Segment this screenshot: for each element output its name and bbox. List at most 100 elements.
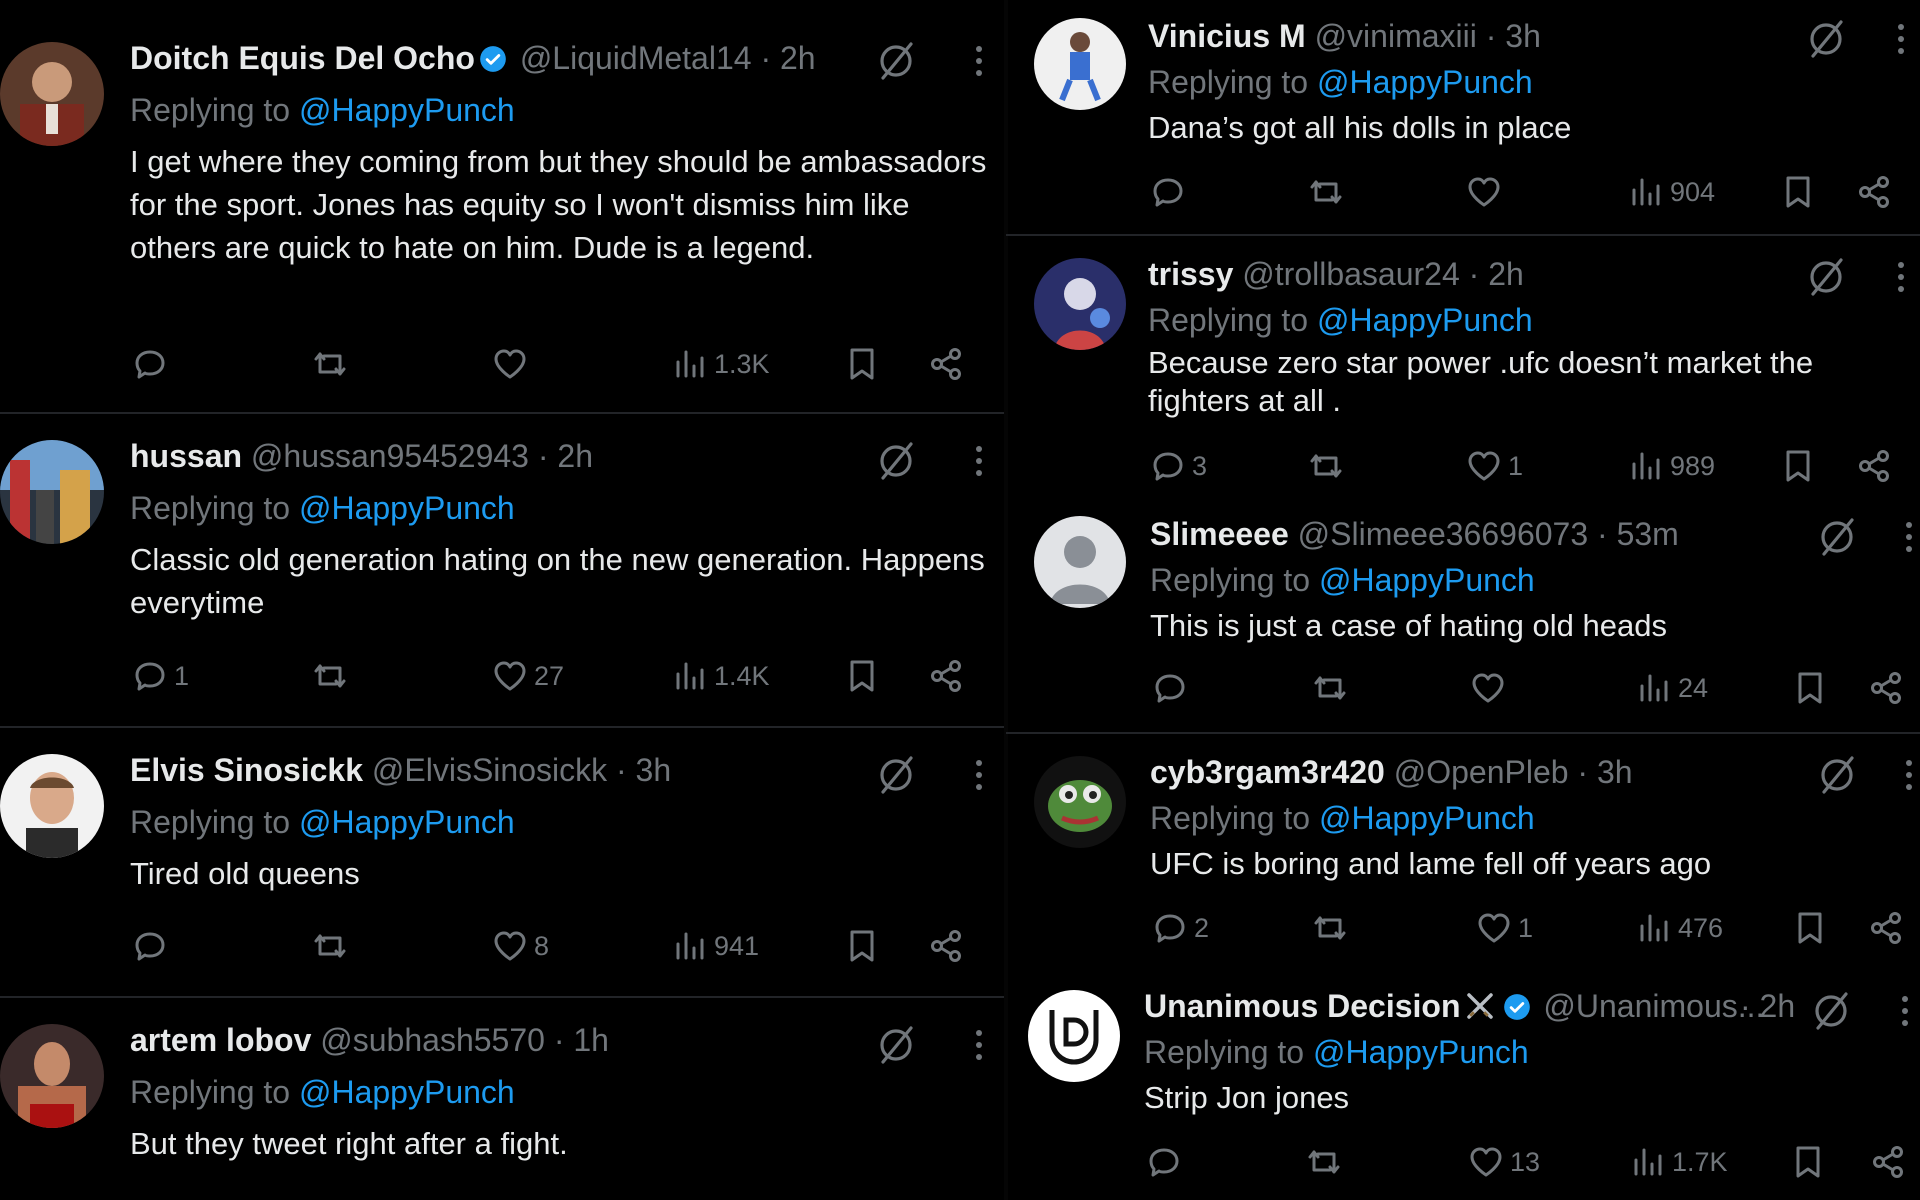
- bookmark-button[interactable]: [842, 652, 882, 700]
- grok-icon[interactable]: [1808, 988, 1854, 1034]
- reply-target-link[interactable]: @HappyPunch: [1317, 302, 1533, 338]
- tweet[interactable]: artem lobov @subhash5570 · 1h Replying t…: [0, 998, 1006, 1200]
- author-handle[interactable]: @vinimaxiii: [1315, 18, 1477, 54]
- grok-icon[interactable]: [873, 1022, 919, 1068]
- tweet[interactable]: Slimeeee @Slimeee36696073 · 53m Replying…: [1006, 492, 1920, 732]
- grok-icon[interactable]: [873, 38, 919, 84]
- reply-target-link[interactable]: @HappyPunch: [1313, 1034, 1529, 1070]
- views-button[interactable]: 476: [1634, 904, 1723, 952]
- repost-button[interactable]: [1304, 1138, 1348, 1186]
- like-button[interactable]: [490, 340, 534, 388]
- more-options-icon[interactable]: [1886, 752, 1920, 798]
- share-button[interactable]: [1854, 168, 1894, 216]
- tweet[interactable]: Elvis Sinosickk @ElvisSinosickk · 3h Rep…: [0, 728, 1006, 996]
- avatar[interactable]: [0, 754, 104, 858]
- tweet[interactable]: trissy @trollbasaur24 · 2h Replying to @…: [1006, 236, 1920, 492]
- views-button[interactable]: 989: [1626, 442, 1715, 490]
- reply-target-link[interactable]: @HappyPunch: [1317, 64, 1533, 100]
- like-button[interactable]: 13: [1466, 1138, 1540, 1186]
- timestamp[interactable]: · 2h: [538, 438, 593, 474]
- views-button[interactable]: 1.4K: [670, 652, 770, 700]
- like-button[interactable]: 8: [490, 922, 549, 970]
- reply-button[interactable]: [130, 922, 174, 970]
- share-button[interactable]: [1854, 442, 1894, 490]
- timestamp[interactable]: · 53m: [1597, 516, 1679, 552]
- avatar[interactable]: [1034, 516, 1126, 608]
- reply-target-link[interactable]: @HappyPunch: [299, 804, 515, 840]
- like-button[interactable]: 1: [1474, 904, 1533, 952]
- more-options-icon[interactable]: [1886, 514, 1920, 560]
- bookmark-button[interactable]: [842, 922, 882, 970]
- timestamp[interactable]: · 3h: [1486, 18, 1541, 54]
- timestamp[interactable]: · 3h: [1577, 754, 1632, 790]
- grok-icon[interactable]: [873, 752, 919, 798]
- views-button[interactable]: 941: [670, 922, 759, 970]
- share-button[interactable]: [1866, 904, 1906, 952]
- reply-target-link[interactable]: @HappyPunch: [299, 1074, 515, 1110]
- author-name[interactable]: Unanimous Decision: [1144, 988, 1461, 1024]
- timestamp[interactable]: · 2h: [760, 40, 815, 76]
- bookmark-button[interactable]: [1778, 442, 1818, 490]
- tweet[interactable]: Unanimous Decision @Unanimous... · 2h Re…: [1006, 974, 1920, 1200]
- grok-icon[interactable]: [1814, 514, 1860, 560]
- bookmark-button[interactable]: [1788, 1138, 1828, 1186]
- author-handle[interactable]: @hussan95452943: [251, 438, 529, 474]
- avatar[interactable]: [1034, 756, 1126, 848]
- author-handle[interactable]: @LiquidMetal14: [520, 40, 752, 76]
- grok-icon[interactable]: [1803, 254, 1849, 300]
- grok-icon[interactable]: [1814, 752, 1860, 798]
- repost-button[interactable]: [310, 922, 354, 970]
- more-options-icon[interactable]: [956, 1022, 1002, 1068]
- grok-icon[interactable]: [1803, 16, 1849, 62]
- views-button[interactable]: 904: [1626, 168, 1715, 216]
- avatar[interactable]: [0, 1024, 104, 1128]
- author-name[interactable]: Vinicius M: [1148, 18, 1306, 54]
- repost-button[interactable]: [310, 652, 354, 700]
- author-name[interactable]: Doitch Equis Del Ocho: [130, 40, 475, 76]
- share-button[interactable]: [1868, 1138, 1908, 1186]
- more-options-icon[interactable]: [956, 752, 1002, 798]
- more-options-icon[interactable]: [1878, 254, 1920, 300]
- grok-icon[interactable]: [873, 438, 919, 484]
- author-name[interactable]: Slimeeee: [1150, 516, 1289, 552]
- views-button[interactable]: 1.7K: [1628, 1138, 1728, 1186]
- author-name[interactable]: trissy: [1148, 256, 1233, 292]
- reply-button[interactable]: [1148, 168, 1192, 216]
- author-handle[interactable]: @Slimeee36696073: [1298, 516, 1588, 552]
- avatar[interactable]: [1034, 258, 1126, 350]
- reply-target-link[interactable]: @HappyPunch: [1319, 800, 1535, 836]
- reply-button[interactable]: [130, 340, 174, 388]
- reply-button[interactable]: 1: [130, 652, 189, 700]
- author-name[interactable]: Elvis Sinosickk: [130, 752, 363, 788]
- reply-target-link[interactable]: @HappyPunch: [299, 92, 515, 128]
- author-name[interactable]: hussan: [130, 438, 242, 474]
- like-button[interactable]: 27: [490, 652, 564, 700]
- author-name[interactable]: cyb3rgam3r420: [1150, 754, 1385, 790]
- like-button[interactable]: [1468, 664, 1512, 712]
- repost-button[interactable]: [1306, 442, 1350, 490]
- timestamp[interactable]: · 1h: [554, 1022, 609, 1058]
- repost-button[interactable]: [1310, 904, 1354, 952]
- more-options-icon[interactable]: [1878, 16, 1920, 62]
- repost-button[interactable]: [1306, 168, 1350, 216]
- avatar[interactable]: [1034, 18, 1126, 110]
- views-button[interactable]: 24: [1634, 664, 1708, 712]
- reply-button[interactable]: [1144, 1138, 1188, 1186]
- author-handle[interactable]: @trollbasaur24: [1242, 256, 1459, 292]
- like-button[interactable]: 1: [1464, 442, 1523, 490]
- more-options-icon[interactable]: [956, 438, 1002, 484]
- author-handle[interactable]: @OpenPleb: [1394, 754, 1569, 790]
- avatar[interactable]: [0, 440, 104, 544]
- more-options-icon[interactable]: [956, 38, 1002, 84]
- share-button[interactable]: [926, 652, 966, 700]
- tweet[interactable]: hussan @hussan95452943 · 2h Replying to …: [0, 414, 1006, 724]
- timestamp[interactable]: · 3h: [616, 752, 671, 788]
- tweet[interactable]: Vinicius M @vinimaxiii · 3h Replying to …: [1006, 0, 1920, 234]
- repost-button[interactable]: [1310, 664, 1354, 712]
- share-button[interactable]: [926, 922, 966, 970]
- like-button[interactable]: [1464, 168, 1508, 216]
- tweet[interactable]: Doitch Equis Del Ocho @LiquidMetal14 · 2…: [0, 0, 1006, 410]
- reply-button[interactable]: 2: [1150, 904, 1209, 952]
- author-handle[interactable]: @ElvisSinosickk: [372, 752, 607, 788]
- tweet[interactable]: cyb3rgam3r420 @OpenPleb · 3h Replying to…: [1006, 734, 1920, 974]
